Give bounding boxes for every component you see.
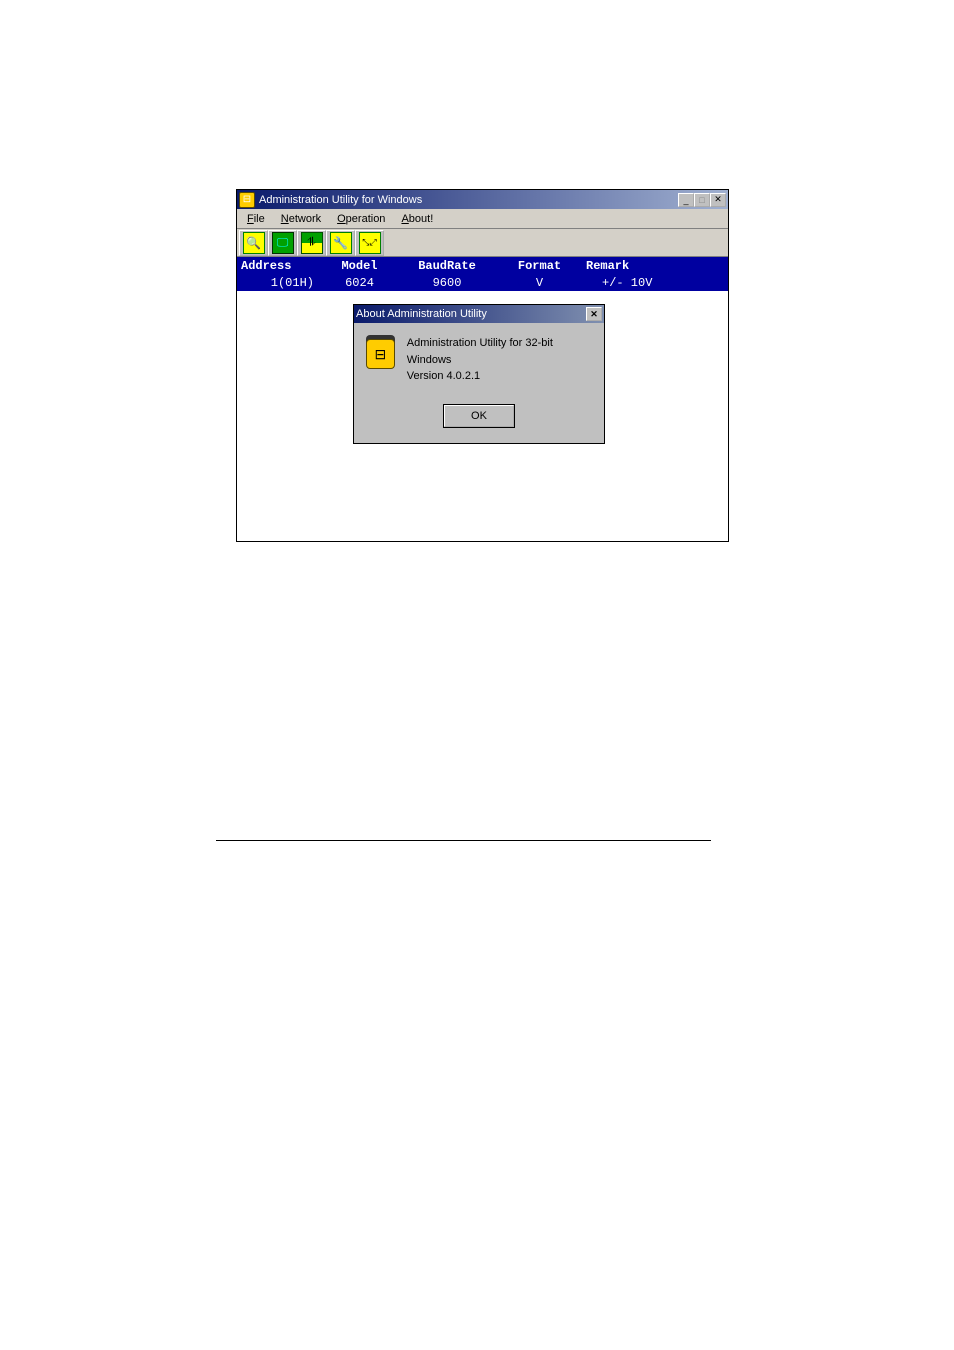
about-body: ⊟ Administration Utility for 32-bit Wind… bbox=[354, 323, 604, 443]
about-line2: Version 4.0.2.1 bbox=[407, 368, 592, 385]
monitor-icon: 🖵 bbox=[272, 232, 294, 254]
toolbar-config-button[interactable]: 🔧 bbox=[326, 230, 355, 256]
cell-baudrate: 9600 bbox=[397, 276, 497, 290]
titlebar: ⊟ Administration Utility for Windows _ □… bbox=[237, 190, 728, 209]
connector-icon: ⥮ bbox=[301, 232, 323, 254]
toolbar-search-button[interactable]: 🔍 bbox=[239, 230, 268, 256]
wrench-icon: 🔧 bbox=[330, 232, 352, 254]
maximize-button[interactable]: □ bbox=[694, 193, 710, 207]
toolbar-expand-button[interactable]: ⤡⤢ bbox=[355, 230, 384, 256]
close-button[interactable]: ✕ bbox=[710, 193, 726, 207]
cell-remark: +/- 10V bbox=[582, 276, 728, 290]
about-titlebar: About Administration Utility ✕ bbox=[354, 305, 604, 323]
ok-button[interactable]: OK bbox=[444, 405, 514, 427]
menu-operation[interactable]: Operation bbox=[331, 211, 391, 227]
about-close-button[interactable]: ✕ bbox=[586, 307, 602, 321]
app-window: ⊟ Administration Utility for Windows _ □… bbox=[236, 189, 729, 542]
menu-network[interactable]: Network bbox=[275, 211, 327, 227]
toolbar-connect-button[interactable]: ⥮ bbox=[297, 230, 326, 256]
menubar: File Network Operation About! bbox=[237, 209, 728, 229]
menu-about[interactable]: About! bbox=[395, 211, 439, 227]
cell-address: 1(01H) bbox=[237, 276, 322, 290]
header-address: Address bbox=[237, 259, 322, 273]
minimize-button[interactable]: _ bbox=[678, 193, 694, 207]
cell-format: V bbox=[497, 276, 582, 290]
content-body: About Administration Utility ✕ ⊟ Adminis… bbox=[237, 291, 728, 541]
header-model: Model bbox=[322, 259, 397, 273]
window-title: Administration Utility for Windows bbox=[259, 194, 678, 206]
about-line1: Administration Utility for 32-bit Window… bbox=[407, 335, 592, 368]
header-format: Format bbox=[497, 259, 582, 273]
table-row[interactable]: 1(01H) 6024 9600 V +/- 10V bbox=[237, 275, 728, 291]
table-header: Address Model BaudRate Format Remark bbox=[237, 257, 728, 275]
cell-model: 6024 bbox=[322, 276, 397, 290]
about-dialog: About Administration Utility ✕ ⊟ Adminis… bbox=[353, 304, 605, 444]
expand-icon: ⤡⤢ bbox=[359, 232, 381, 254]
toolbar: 🔍 🖵 ⥮ 🔧 ⤡⤢ bbox=[237, 229, 728, 257]
about-text: Administration Utility for 32-bit Window… bbox=[407, 335, 592, 385]
magnifier-icon: 🔍 bbox=[243, 232, 265, 254]
menu-file[interactable]: File bbox=[241, 211, 271, 227]
content-area: Address Model BaudRate Format Remark 1(0… bbox=[237, 257, 728, 541]
header-baudrate: BaudRate bbox=[397, 259, 497, 273]
header-remark: Remark bbox=[582, 259, 728, 273]
about-title: About Administration Utility bbox=[356, 308, 586, 320]
toolbar-monitor-button[interactable]: 🖵 bbox=[268, 230, 297, 256]
page-divider bbox=[216, 840, 711, 841]
window-controls: _ □ ✕ bbox=[678, 193, 726, 207]
app-icon: ⊟ bbox=[239, 192, 255, 208]
about-app-icon: ⊟ bbox=[366, 339, 395, 369]
